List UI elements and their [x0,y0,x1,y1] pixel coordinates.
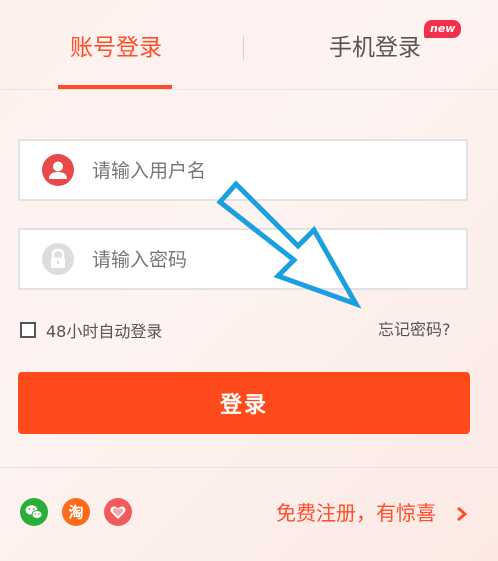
login-button[interactable]: 登录 [18,372,470,434]
remember-checkbox[interactable] [20,322,36,338]
register-link[interactable]: 免费注册，有惊喜 [276,498,436,528]
annotation-arrow-icon [216,180,362,309]
chevron-right-icon[interactable] [456,507,468,521]
footer-divider [0,467,498,468]
wechat-icon[interactable] [20,498,48,526]
svg-text:淘: 淘 [67,504,83,522]
user-icon [42,154,74,186]
login-tabs: 账号登录 手机登录 new [0,0,498,90]
taobao-icon[interactable]: 淘 [62,498,90,526]
remember-me-toggle[interactable]: 48小时自动登录 [20,318,162,342]
tab-divider [243,36,244,60]
remember-label: 48小时自动登录 [46,322,163,341]
header-divider [0,89,498,90]
heart-icon[interactable] [104,498,132,526]
forgot-password-link[interactable]: 忘记密码? [378,318,451,342]
tab-account-login[interactable]: 账号登录 [40,28,192,68]
lock-icon [42,243,74,275]
new-badge: new [424,20,462,38]
